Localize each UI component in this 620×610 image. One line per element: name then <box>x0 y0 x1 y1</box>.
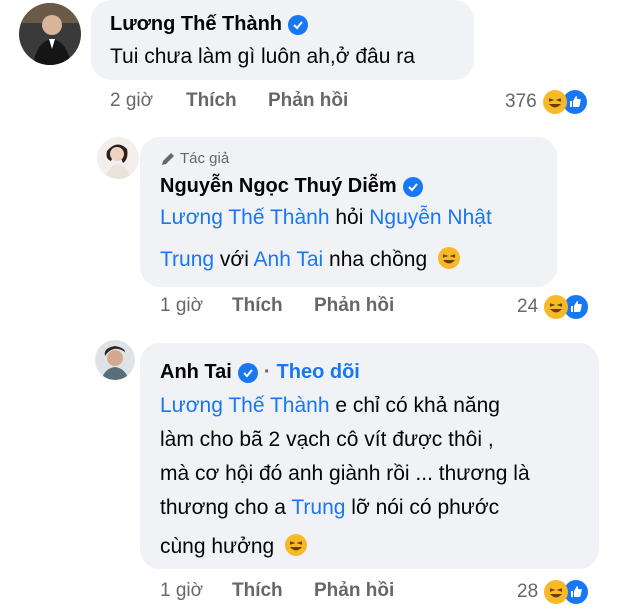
comment-text: cùng hưởng <box>160 526 308 568</box>
reaction-count: 28 <box>517 581 539 602</box>
haha-reaction-icon <box>544 580 569 604</box>
haha-reaction-icon <box>542 90 567 114</box>
mention-link[interactable]: Lương Thế Thành <box>160 394 330 417</box>
like-button[interactable]: Thích <box>186 90 237 112</box>
commenter-name[interactable]: Nguyễn Ngọc Thuý Diễm <box>160 175 423 198</box>
comment-text: Lương Thế Thành hỏi Nguyễn Nhật <box>160 206 492 229</box>
commenter-name[interactable]: Anh Tai · Theo dõi <box>160 361 360 384</box>
author-tag: Tác giả <box>160 150 229 167</box>
pencil-icon <box>162 152 174 165</box>
like-button[interactable]: Thích <box>232 580 283 602</box>
mention-link[interactable]: Lương Thế Thành <box>160 206 330 229</box>
comment-actions: 2 giờ Thích Phản hồi <box>110 90 410 114</box>
reaction-summary[interactable]: 376 <box>505 88 589 116</box>
mention-link[interactable]: Trung <box>160 248 214 271</box>
haha-reaction-icon <box>544 295 569 319</box>
follow-button[interactable]: Theo dõi <box>277 361 360 384</box>
comment-text: Trung với Anh Tai nha chồng <box>160 239 461 281</box>
like-button[interactable]: Thích <box>232 295 283 317</box>
laughing-emoji-icon <box>437 243 461 269</box>
avatar[interactable] <box>97 137 139 179</box>
comment-actions: 1 giờ Thích Phản hồi <box>160 295 460 319</box>
comment-text: Tui chưa làm gì luôn ah,ở đâu ra <box>110 45 415 68</box>
mention-link[interactable]: Anh Tai <box>254 248 324 271</box>
reaction-count: 24 <box>517 296 539 317</box>
verified-badge-icon <box>237 362 258 383</box>
verified-badge-icon <box>402 176 423 197</box>
reaction-summary[interactable]: 24 <box>517 293 591 321</box>
timestamp[interactable]: 1 giờ <box>160 295 203 317</box>
commenter-name[interactable]: Lương Thế Thành <box>110 13 309 36</box>
reply-button[interactable]: Phản hồi <box>314 295 394 317</box>
reaction-count: 376 <box>505 91 537 112</box>
comment-actions: 1 giờ Thích Phản hồi <box>160 580 460 604</box>
avatar[interactable] <box>95 340 135 380</box>
timestamp[interactable]: 2 giờ <box>110 90 153 112</box>
laughing-emoji-icon <box>284 530 308 556</box>
timestamp[interactable]: 1 giờ <box>160 580 203 602</box>
reply-button[interactable]: Phản hồi <box>314 580 394 602</box>
reply-button[interactable]: Phản hồi <box>268 90 348 112</box>
reaction-summary[interactable]: 28 <box>517 578 591 606</box>
verified-badge-icon <box>288 14 309 35</box>
comment-text: thương cho a Trung lỡ nói có phước <box>160 496 500 519</box>
mention-link[interactable]: Trung <box>291 496 345 519</box>
mention-link[interactable]: Nguyễn Nhật <box>369 206 492 229</box>
avatar[interactable] <box>19 3 81 65</box>
